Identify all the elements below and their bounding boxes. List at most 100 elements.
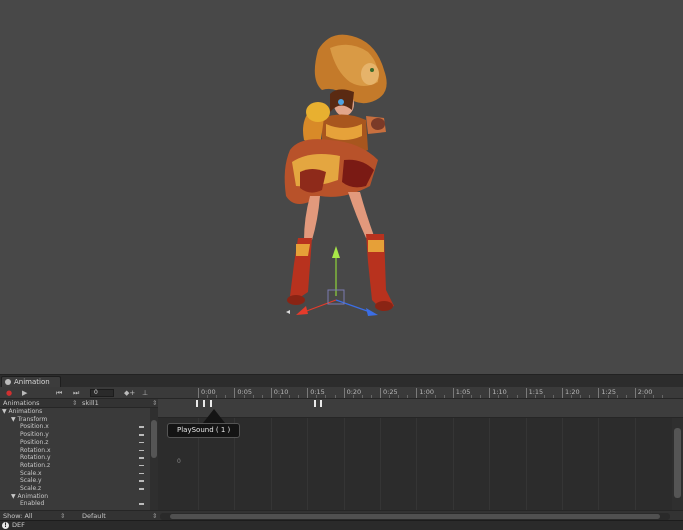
minor-tick	[361, 395, 363, 398]
minor-tick	[534, 395, 536, 398]
grid-line	[525, 418, 527, 510]
minor-tick	[662, 395, 664, 398]
chevron-icon: ⇕	[72, 399, 78, 407]
property-row[interactable]: Scale.y	[0, 477, 150, 485]
minor-tick	[443, 395, 445, 398]
play-icon[interactable]: ▶	[22, 388, 27, 398]
grid-line	[307, 418, 309, 510]
minor-tick	[370, 395, 372, 398]
gizmo-x-axis	[303, 299, 337, 313]
key-toggle-icon[interactable]	[139, 480, 144, 482]
event-track[interactable]	[158, 399, 683, 418]
grid-line	[380, 418, 381, 510]
key-toggle-icon[interactable]	[139, 434, 144, 436]
key-toggle-icon[interactable]	[139, 426, 144, 428]
minor-tick	[252, 395, 254, 398]
property-label: Scale.y	[20, 477, 42, 485]
add-keyframe-icon[interactable]: ◆+	[124, 388, 135, 398]
key-toggle-icon[interactable]	[139, 488, 144, 490]
property-list: ▼ Animations ▼ Transform Position.x Posit…	[0, 408, 150, 510]
minor-tick	[316, 395, 318, 398]
minor-tick	[289, 395, 290, 398]
property-row[interactable]: Position.y	[0, 431, 150, 439]
clip-header-label: Animations	[3, 399, 40, 407]
minor-tick	[407, 395, 409, 398]
clip-name[interactable]: skill1	[82, 399, 99, 408]
minor-tick	[643, 395, 645, 398]
property-row[interactable]: Rotation.y	[0, 454, 150, 462]
key-toggle-icon[interactable]	[139, 464, 144, 467]
minor-tick	[298, 395, 300, 398]
key-toggle-icon[interactable]	[139, 449, 144, 451]
minor-tick	[207, 395, 209, 398]
tab-bar: Animation	[0, 375, 683, 387]
event-marker[interactable]	[196, 400, 198, 407]
previous-key-icon[interactable]: ⏮	[56, 388, 62, 398]
record-icon[interactable]: ●	[6, 388, 12, 398]
animation-panel: Animation ● ▶ ⏮ ⏭ 0 ◆+ ⊥ 0:00 0:05 0:10 0:1…	[0, 374, 683, 521]
minor-tick	[552, 395, 554, 398]
minor-tick	[507, 395, 509, 398]
animation-toolbar: ● ▶ ⏮ ⏭ 0 ◆+ ⊥	[0, 387, 158, 399]
property-scrollbar[interactable]	[150, 408, 158, 510]
property-label: Rotation.z	[20, 461, 51, 469]
tab-animation[interactable]: Animation	[1, 376, 61, 387]
minor-tick	[616, 395, 618, 398]
event-marker[interactable]	[320, 400, 322, 407]
event-marker[interactable]	[314, 400, 316, 407]
minor-tick	[480, 395, 482, 398]
property-row[interactable]: ▼ Animations	[0, 408, 150, 416]
minor-tick	[516, 395, 518, 398]
grid-line	[343, 418, 345, 510]
minor-tick	[653, 395, 654, 398]
property-row[interactable]: Rotation.x	[0, 447, 150, 455]
minor-tick	[334, 395, 336, 398]
minor-tick	[543, 395, 545, 398]
curve-scrollbar[interactable]	[672, 418, 683, 510]
event-marker[interactable]	[203, 400, 205, 407]
key-toggle-icon[interactable]	[139, 472, 144, 475]
key-toggle-icon[interactable]	[139, 441, 144, 444]
grid-line	[489, 418, 491, 510]
clip-selector-bar: Animations ⇕ skill1 ⇕	[0, 399, 158, 408]
property-row[interactable]: Scale.x	[0, 470, 150, 478]
minor-tick	[398, 395, 400, 398]
minor-tick	[580, 395, 582, 398]
minor-tick	[434, 395, 436, 398]
frame-field[interactable]: 0	[90, 389, 114, 397]
property-row[interactable]: Position.z	[0, 439, 150, 447]
tooltip-arrow	[203, 409, 225, 423]
add-event-icon[interactable]: ⊥	[142, 388, 148, 398]
key-toggle-icon[interactable]	[139, 503, 144, 505]
key-toggle-icon[interactable]	[139, 457, 144, 459]
property-row[interactable]: ▼ Animation	[0, 493, 150, 501]
next-key-icon[interactable]: ⏭	[73, 388, 79, 398]
minor-tick	[607, 395, 609, 398]
event-marker[interactable]	[210, 400, 212, 407]
timeline-ruler[interactable]: 0:00 0:05 0:10 0:15 0:20 0:25 1:00 1:05 1:10 1:15…	[158, 387, 683, 399]
property-label: ▼ Animation	[11, 492, 49, 500]
property-label: ▼ Animations	[2, 408, 43, 415]
minor-tick	[461, 395, 463, 398]
grid-line	[562, 418, 563, 510]
property-row[interactable]: Rotation.z	[0, 462, 150, 470]
property-row[interactable]: Position.x	[0, 423, 150, 431]
grid-line	[598, 418, 600, 510]
property-row[interactable]: Enabled	[0, 500, 150, 508]
property-row[interactable]: Scale.z	[0, 485, 150, 493]
scene-viewport[interactable]	[0, 0, 683, 374]
property-label: Scale.x	[20, 469, 42, 477]
character-model	[284, 34, 394, 316]
minor-tick	[243, 395, 245, 398]
property-label: Rotation.y	[20, 454, 51, 462]
timeline-scrollbar[interactable]	[160, 513, 670, 520]
info-icon: !	[2, 522, 9, 529]
minor-tick	[325, 395, 327, 398]
minor-tick	[625, 395, 627, 398]
minor-tick	[352, 395, 354, 398]
gizmo-z-axis	[335, 299, 371, 313]
dropdown-icon[interactable]: ⇕	[152, 399, 157, 408]
property-row[interactable]: ▼ Transform	[0, 416, 150, 424]
grid-line	[416, 418, 418, 510]
minor-tick	[389, 395, 391, 398]
